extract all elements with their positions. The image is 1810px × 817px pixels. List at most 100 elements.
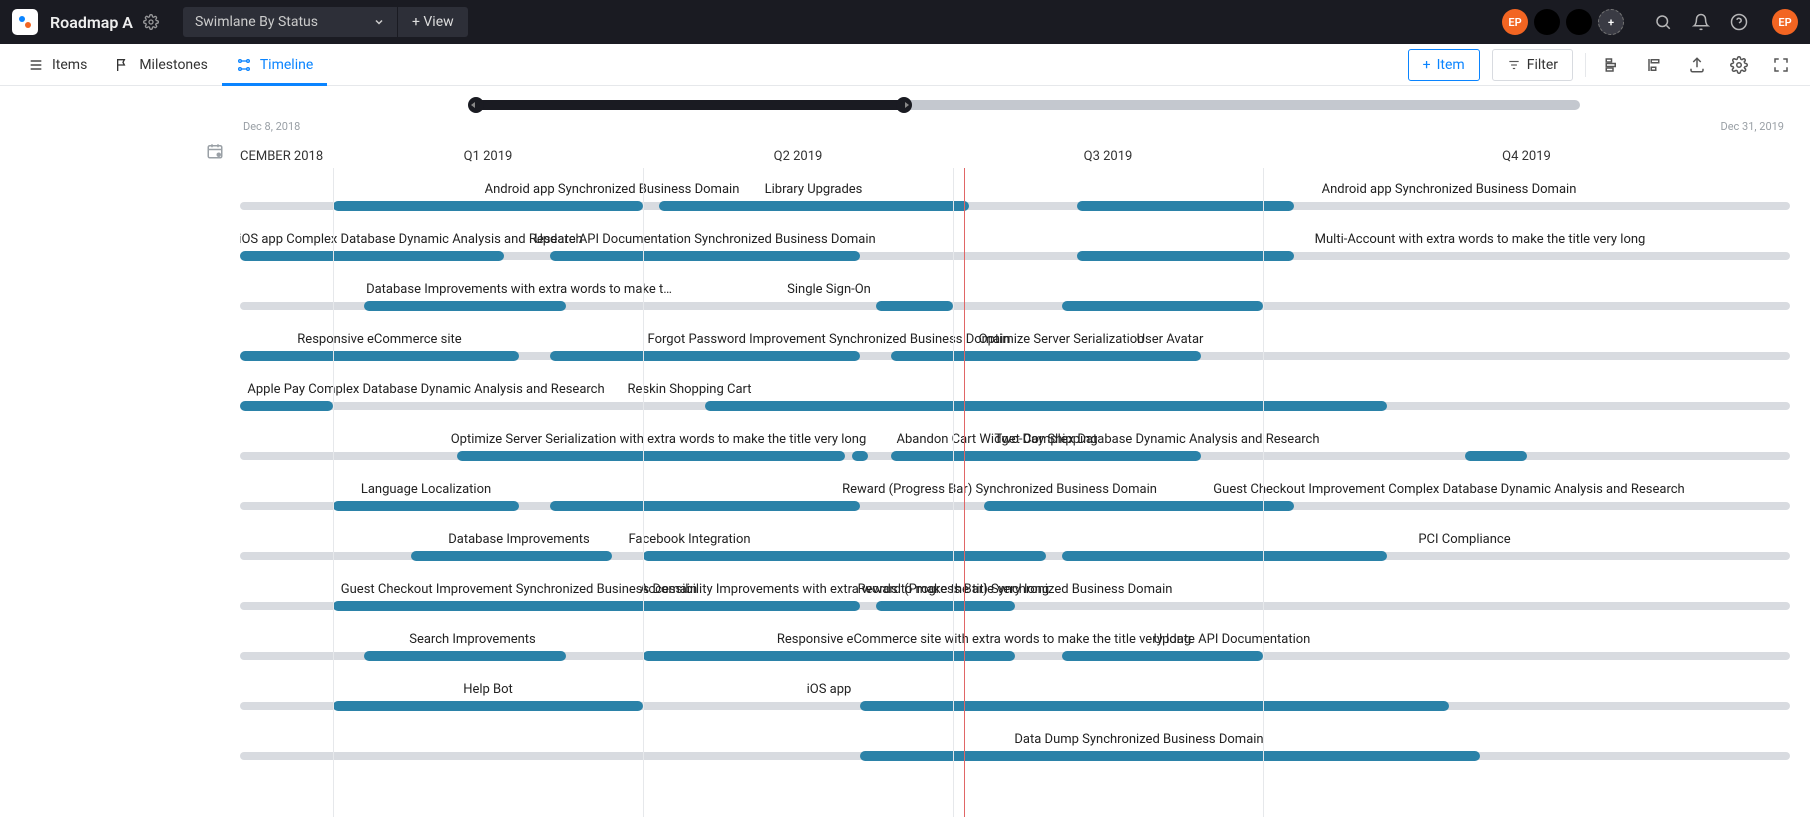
slider-range[interactable] bbox=[470, 100, 910, 110]
help-icon[interactable] bbox=[1720, 13, 1758, 31]
bar-label: Android app Synchronized Business Domain bbox=[485, 182, 740, 197]
gear-icon[interactable] bbox=[143, 14, 159, 30]
column-divider bbox=[643, 144, 644, 817]
timeline-row: Responsive eCommerce siteForgot Password… bbox=[240, 320, 1790, 370]
bar-label: PCI Compliance bbox=[1418, 532, 1510, 547]
calendar-icon[interactable] bbox=[206, 142, 224, 160]
timeline-bar[interactable] bbox=[1077, 201, 1294, 211]
bar-label: Abandon Cart Widget Complex Database Dyn… bbox=[896, 432, 1319, 447]
bar-label: Update API Documentation bbox=[1154, 632, 1311, 647]
slider-handle-right[interactable] bbox=[896, 97, 912, 113]
timeline-row: Optimize Server Serialization with extra… bbox=[240, 420, 1790, 470]
bell-icon[interactable] bbox=[1682, 13, 1720, 31]
bar-label: Data Dump Synchronized Business Domain bbox=[1014, 732, 1263, 747]
bar-label: Reward (Progress Bar) Synchronized Busin… bbox=[842, 482, 1157, 497]
view-selector: Swimlane By Status + View bbox=[183, 7, 468, 37]
timeline-bar[interactable] bbox=[333, 501, 519, 511]
timeline-bar[interactable] bbox=[1465, 451, 1527, 461]
member-avatar[interactable] bbox=[1534, 9, 1560, 35]
timeline-bar[interactable] bbox=[333, 201, 643, 211]
timeline-bar[interactable] bbox=[1077, 251, 1294, 261]
app-logo[interactable] bbox=[12, 9, 38, 35]
format-icon[interactable] bbox=[1598, 50, 1628, 80]
timeline-row: Guest Checkout Improvement Synchronized … bbox=[240, 570, 1790, 620]
bar-label: Optimize Server Serialization with extra… bbox=[451, 432, 867, 447]
timeline-bar[interactable] bbox=[876, 601, 1016, 611]
slider-handle-left[interactable] bbox=[468, 97, 484, 113]
align-icon[interactable] bbox=[1640, 50, 1670, 80]
timeline-bar[interactable] bbox=[876, 301, 954, 311]
tab-label: Items bbox=[52, 57, 87, 73]
bar-label: Apple Pay Complex Database Dynamic Analy… bbox=[247, 382, 604, 397]
timeline-bar[interactable] bbox=[1062, 551, 1388, 561]
timeline-bar[interactable] bbox=[1062, 651, 1264, 661]
column-header: Q1 2019 bbox=[333, 144, 643, 168]
filter-button[interactable]: Filter bbox=[1492, 49, 1573, 81]
bar-label: Search Improvements bbox=[409, 632, 536, 647]
timeline-bar[interactable] bbox=[240, 351, 519, 361]
timeline-chart: Dec 8, 2018 Dec 31, 2019 CEMBER 2018Q1 2… bbox=[0, 120, 1810, 817]
timeline-bar[interactable] bbox=[364, 651, 566, 661]
top-app-bar: Roadmap A Swimlane By Status + View EP + … bbox=[0, 0, 1810, 44]
timeline-row: Database ImprovementsFacebook Integratio… bbox=[240, 520, 1790, 570]
user-avatar[interactable]: EP bbox=[1772, 9, 1798, 35]
date-start-label: Dec 8, 2018 bbox=[243, 120, 300, 133]
fullscreen-icon[interactable] bbox=[1766, 50, 1796, 80]
bar-label: Reward (Progress Bar) Synchronized Busin… bbox=[858, 582, 1173, 597]
timeline-bar[interactable] bbox=[550, 501, 860, 511]
export-icon[interactable] bbox=[1682, 50, 1712, 80]
bar-label: Database Improvements with extra words t… bbox=[366, 282, 672, 297]
member-avatar[interactable] bbox=[1566, 9, 1592, 35]
timeline-bar[interactable] bbox=[860, 701, 1449, 711]
avatar-group: EP + bbox=[1496, 9, 1624, 35]
timeline-bar[interactable] bbox=[550, 351, 860, 361]
tab-timeline[interactable]: Timeline bbox=[222, 44, 327, 86]
timeline-bar[interactable] bbox=[333, 601, 860, 611]
zoom-slider bbox=[0, 86, 1810, 120]
timeline-bar[interactable] bbox=[705, 401, 1387, 411]
timeline-bar[interactable] bbox=[891, 351, 1201, 361]
timeline-bar[interactable] bbox=[457, 451, 845, 461]
timeline-row: Data Dump Synchronized Business Domain bbox=[240, 720, 1790, 770]
timeline-bar[interactable] bbox=[852, 451, 868, 461]
add-item-button[interactable]: + Item bbox=[1408, 49, 1480, 81]
bar-label: Optimize Server Serialization bbox=[979, 332, 1145, 347]
view-toolbar: Items Milestones Timeline + Item Filter bbox=[0, 44, 1810, 86]
bar-label: Responsive eCommerce site bbox=[297, 332, 461, 347]
view-select-dropdown[interactable]: Swimlane By Status bbox=[183, 7, 398, 37]
add-view-button[interactable]: + View bbox=[398, 7, 468, 37]
chevron-down-icon bbox=[373, 16, 385, 28]
tab-milestones[interactable]: Milestones bbox=[101, 44, 222, 86]
date-end-label: Dec 31, 2019 bbox=[1720, 120, 1784, 133]
timeline-bar[interactable] bbox=[333, 701, 643, 711]
slider-track[interactable] bbox=[470, 100, 1580, 110]
timeline-bar[interactable] bbox=[1062, 301, 1264, 311]
search-icon[interactable] bbox=[1644, 13, 1682, 31]
bar-label: User Avatar bbox=[1137, 332, 1204, 347]
timeline-bar[interactable] bbox=[364, 301, 566, 311]
timeline-bar[interactable] bbox=[659, 201, 969, 211]
timeline-bar[interactable] bbox=[240, 401, 333, 411]
tab-label: Timeline bbox=[260, 57, 313, 73]
timeline-bar[interactable] bbox=[984, 501, 1294, 511]
timeline-bar[interactable] bbox=[891, 451, 1201, 461]
settings-icon[interactable] bbox=[1724, 50, 1754, 80]
timeline-bar[interactable] bbox=[240, 251, 504, 261]
timeline-bar[interactable] bbox=[643, 651, 1015, 661]
timeline-row: Android app Synchronized Business Domain… bbox=[240, 170, 1790, 220]
timeline-row: Help BotiOS app bbox=[240, 670, 1790, 720]
member-avatar[interactable]: EP bbox=[1502, 9, 1528, 35]
bar-label: Language Localization bbox=[361, 482, 491, 497]
roadmap-title[interactable]: Roadmap A bbox=[50, 13, 133, 32]
timeline-bar[interactable] bbox=[783, 601, 845, 611]
timeline-bar[interactable] bbox=[411, 551, 613, 561]
button-label: Filter bbox=[1527, 57, 1558, 73]
plus-icon: + bbox=[1423, 57, 1431, 73]
tab-items[interactable]: Items bbox=[14, 44, 101, 86]
timeline-row: Language Localization Reward (Progress Ba… bbox=[240, 470, 1790, 520]
timeline-bar[interactable] bbox=[550, 251, 860, 261]
add-member-button[interactable]: + bbox=[1598, 9, 1624, 35]
bar-label: Facebook Integration bbox=[628, 532, 750, 547]
timeline-bar[interactable] bbox=[643, 551, 1046, 561]
button-label: Item bbox=[1437, 57, 1465, 73]
